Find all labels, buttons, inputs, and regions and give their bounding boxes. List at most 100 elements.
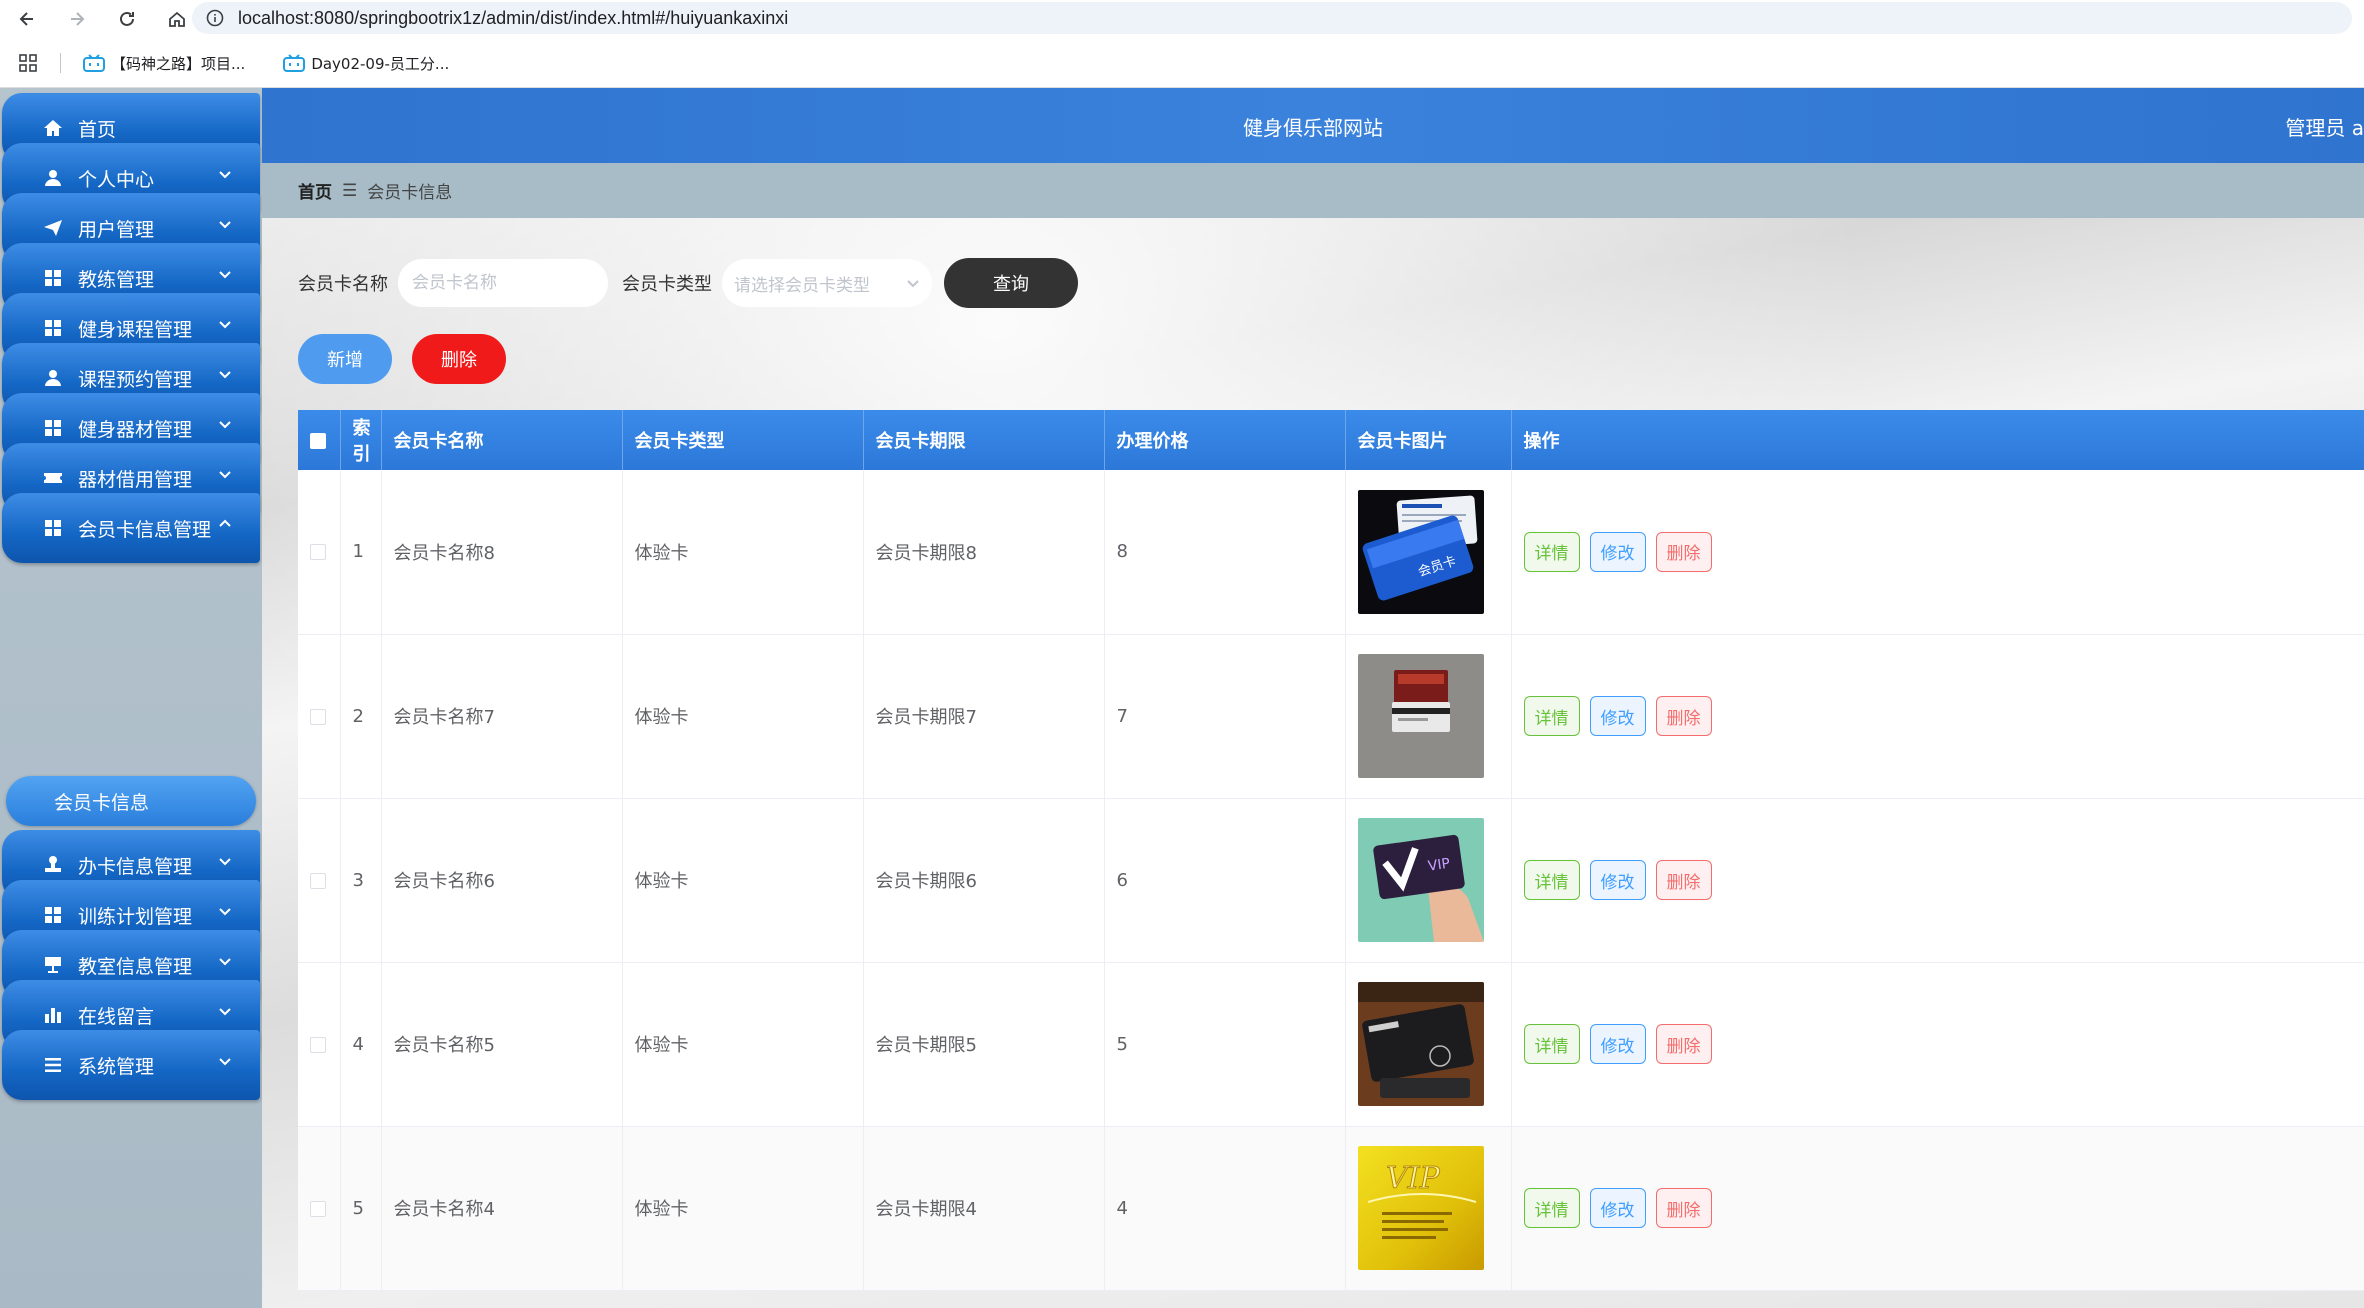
delete-button[interactable]: 删除 xyxy=(1655,696,1712,736)
header-card-type: 会员卡类型 xyxy=(622,410,864,470)
chevron-up-icon xyxy=(218,517,234,533)
cell-card-image: VIP xyxy=(1345,1126,1512,1291)
red-card-on-gray-image[interactable] xyxy=(1357,654,1484,778)
cell-card-period: 会员卡期限6 xyxy=(863,798,1105,963)
query-button[interactable]: 查询 xyxy=(944,258,1078,308)
chevron-down-icon xyxy=(906,276,920,290)
breadcrumb-current: 会员卡信息 xyxy=(367,183,453,203)
black-card-on-wood-image[interactable] xyxy=(1357,982,1484,1106)
cell-card-period: 会员卡期限4 xyxy=(863,1126,1105,1291)
grid-icon xyxy=(42,267,64,289)
home-browser-icon[interactable] xyxy=(162,4,192,34)
card-name-input[interactable] xyxy=(398,259,608,307)
row-checkbox[interactable] xyxy=(310,544,326,561)
bilibili-icon xyxy=(83,54,105,72)
browser-nav xyxy=(12,2,192,36)
add-button[interactable]: 新增 xyxy=(298,334,392,384)
app: 首页 个人中心 用户管理 教练管理 健身课程管理 课程预约管理 健身器材管理 器… xyxy=(0,88,2364,1308)
reload-icon[interactable] xyxy=(112,4,142,34)
grid-icon xyxy=(42,904,64,926)
sidebar-item-card-info-management[interactable]: 会员卡信息管理 xyxy=(2,493,260,563)
bookmark-label: 【码神之路】项目... xyxy=(111,54,246,73)
breadcrumb: 首页 ☰ 会员卡信息 xyxy=(262,163,2364,218)
sidebar-item-system-management[interactable]: 系统管理 xyxy=(2,1030,260,1100)
cell-operations: 详情 修改 删除 xyxy=(1511,470,2364,635)
breadcrumb-home[interactable]: 首页 xyxy=(298,178,332,203)
row-checkbox-cell xyxy=(298,634,341,799)
address-bar[interactable]: localhost:8080/springbootrix1z/admin/dis… xyxy=(192,2,2352,34)
forward-icon[interactable] xyxy=(62,4,92,34)
url-text: localhost:8080/springbootrix1z/admin/dis… xyxy=(238,7,789,28)
chevron-down-icon xyxy=(218,854,234,870)
chevron-down-icon xyxy=(218,267,234,283)
cell-card-type: 体验卡 xyxy=(622,1126,864,1291)
chevron-down-icon xyxy=(218,367,234,383)
chevron-down-icon xyxy=(218,1054,234,1070)
cell-index: 1 xyxy=(340,470,382,635)
card-type-select[interactable]: 请选择会员卡类型 xyxy=(722,259,932,307)
site-info-icon[interactable] xyxy=(206,9,224,27)
card-type-label: 会员卡类型 xyxy=(622,274,712,295)
row-checkbox-cell xyxy=(298,1126,341,1291)
grid-icon xyxy=(42,317,64,339)
header-card-name: 会员卡名称 xyxy=(381,410,623,470)
bookmark-item[interactable]: 【码神之路】项目... xyxy=(83,53,245,74)
row-checkbox[interactable] xyxy=(310,1200,326,1217)
card-table: 索引 会员卡名称 会员卡类型 会员卡期限 办理价格 会员卡图片 操作 1 会员卡… xyxy=(298,410,2364,1308)
row-checkbox[interactable] xyxy=(310,872,326,889)
cell-card-image xyxy=(1345,634,1512,799)
user-icon xyxy=(42,367,64,389)
admin-label[interactable]: 管理员 a xyxy=(2285,112,2364,141)
batch-delete-button[interactable]: 删除 xyxy=(412,334,506,384)
edit-button[interactable]: 修改 xyxy=(1589,860,1646,900)
detail-button[interactable]: 详情 xyxy=(1523,1024,1580,1064)
cell-index: 2 xyxy=(340,634,382,799)
edit-button[interactable]: 修改 xyxy=(1589,696,1646,736)
detail-button[interactable]: 详情 xyxy=(1523,860,1580,900)
row-checkbox[interactable] xyxy=(310,1036,326,1053)
chevron-down-icon xyxy=(218,217,234,233)
sidebar-item-label: 系统管理 xyxy=(78,1055,155,1078)
edit-button[interactable]: 修改 xyxy=(1589,531,1646,572)
search-form: 会员卡名称 会员卡类型 请选择会员卡类型 查询 xyxy=(298,258,1078,308)
cell-card-name: 会员卡名称6 xyxy=(381,798,623,963)
cell-card-period: 会员卡期限8 xyxy=(863,470,1105,635)
vip-card-in-hand-image[interactable]: VIP xyxy=(1357,818,1484,942)
cell-price: 4 xyxy=(1104,1126,1346,1291)
delete-button[interactable]: 删除 xyxy=(1655,860,1712,900)
cell-card-name: 会员卡名称4 xyxy=(381,1126,623,1291)
edit-button[interactable]: 修改 xyxy=(1589,1188,1646,1228)
cell-card-name: 会员卡名称8 xyxy=(381,470,623,635)
edit-button[interactable]: 修改 xyxy=(1589,1024,1646,1064)
detail-button[interactable]: 详情 xyxy=(1523,696,1580,736)
select-all-checkbox[interactable] xyxy=(310,432,326,449)
browser-chrome: localhost:8080/springbootrix1z/admin/dis… xyxy=(0,0,2364,88)
table-row: 1 会员卡名称8 体验卡 会员卡期限8 8 会员卡 详情 修改 删除 xyxy=(298,470,2364,635)
cell-card-period: 会员卡期限7 xyxy=(863,634,1105,799)
cell-operations: 详情 修改 删除 xyxy=(1511,634,2364,799)
back-icon[interactable] xyxy=(12,4,42,34)
delete-button[interactable]: 删除 xyxy=(1655,531,1712,572)
detail-button[interactable]: 详情 xyxy=(1523,1188,1580,1228)
send-icon xyxy=(42,217,64,239)
chevron-down-icon xyxy=(218,954,234,970)
blue-membership-card-image[interactable]: 会员卡 xyxy=(1357,489,1484,614)
row-checkbox-cell xyxy=(298,962,341,1127)
apps-grid-icon[interactable] xyxy=(18,53,38,73)
delete-button[interactable]: 删除 xyxy=(1655,1024,1712,1064)
sidebar-item-label: 首页 xyxy=(78,118,117,141)
cell-card-name: 会员卡名称5 xyxy=(381,962,623,1127)
sidebar-item-label: 在线留言 xyxy=(78,1005,155,1028)
detail-button[interactable]: 详情 xyxy=(1523,531,1580,572)
cell-card-image: VIP xyxy=(1345,798,1512,963)
board-icon xyxy=(42,954,64,976)
cell-card-image: 会员卡 xyxy=(1345,470,1512,635)
row-checkbox[interactable] xyxy=(310,708,326,725)
cell-card-type: 体验卡 xyxy=(622,470,864,635)
cell-price: 5 xyxy=(1104,962,1346,1127)
bookmark-item[interactable]: Day02-09-员工分... xyxy=(283,53,449,74)
gold-vip-card-image[interactable]: VIP xyxy=(1357,1146,1484,1270)
cell-operations: 详情 修改 删除 xyxy=(1511,798,2364,963)
sidebar-subitem-card-info[interactable]: 会员卡信息 xyxy=(6,776,256,826)
delete-button[interactable]: 删除 xyxy=(1655,1188,1712,1228)
